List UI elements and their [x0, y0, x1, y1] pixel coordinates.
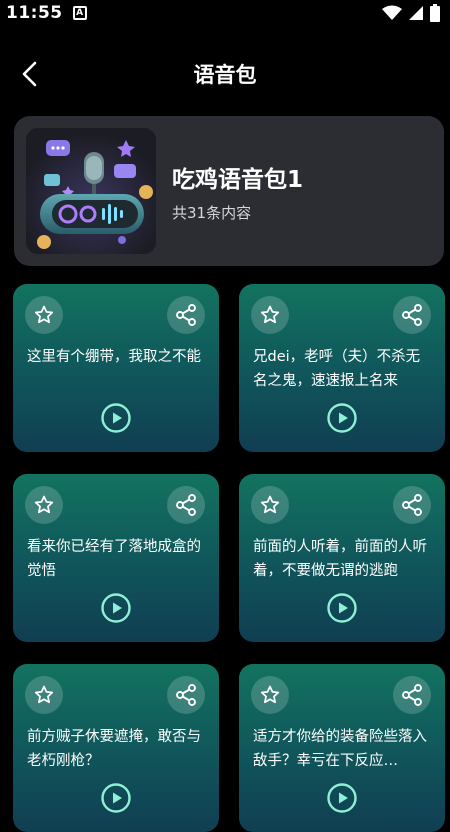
- play-button[interactable]: [100, 592, 132, 624]
- voice-clip-card[interactable]: 看来你已经有了落地成盒的觉悟: [13, 474, 219, 642]
- voice-clip-grid: 这里有个绷带，我取之不能 兄dei，老呼（夫）不杀无名之鬼，速速报上名来 看来你…: [0, 0, 450, 832]
- voice-clip-card[interactable]: 适方才你给的装备险些落入敌手？幸亏在下反应…: [239, 664, 445, 832]
- share-icon: [176, 684, 196, 706]
- voice-clip-text: 前方贼子休要遮掩，敢否与老朽刚枪？: [27, 729, 201, 769]
- share-icon: [402, 494, 422, 516]
- star-icon: [260, 305, 280, 324]
- play-button[interactable]: [326, 402, 358, 434]
- voice-clip-text: 看来你已经有了落地成盒的觉悟: [27, 539, 201, 579]
- play-icon: [327, 783, 357, 813]
- share-icon: [176, 494, 196, 516]
- share-icon: [402, 684, 422, 706]
- share-icon: [176, 304, 196, 326]
- play-icon: [101, 783, 131, 813]
- voice-clip-text: 这里有个绷带，我取之不能: [27, 349, 201, 365]
- favorite-button[interactable]: [251, 296, 289, 334]
- star-icon: [34, 495, 54, 514]
- voice-clip-card[interactable]: 前方贼子休要遮掩，敢否与老朽刚枪？: [13, 664, 219, 832]
- star-icon: [260, 685, 280, 704]
- star-icon: [260, 495, 280, 514]
- share-button[interactable]: [393, 296, 431, 334]
- play-icon: [327, 593, 357, 623]
- play-button[interactable]: [100, 782, 132, 814]
- voice-clip-text: 适方才你给的装备险些落入敌手？幸亏在下反应…: [253, 729, 427, 769]
- star-icon: [34, 305, 54, 324]
- favorite-button[interactable]: [251, 676, 289, 714]
- share-button[interactable]: [393, 486, 431, 524]
- share-button[interactable]: [393, 676, 431, 714]
- voice-clip-text: 前面的人听着，前面的人听着，不要做无谓的逃跑: [253, 539, 427, 579]
- play-button[interactable]: [326, 592, 358, 624]
- voice-clip-text: 兄dei，老呼（夫）不杀无名之鬼，速速报上名来: [253, 349, 421, 389]
- share-button[interactable]: [167, 296, 205, 334]
- play-icon: [327, 403, 357, 433]
- play-button[interactable]: [326, 782, 358, 814]
- voice-clip-card[interactable]: 前面的人听着，前面的人听着，不要做无谓的逃跑: [239, 474, 445, 642]
- favorite-button[interactable]: [25, 486, 63, 524]
- favorite-button[interactable]: [25, 296, 63, 334]
- favorite-button[interactable]: [25, 676, 63, 714]
- share-icon: [402, 304, 422, 326]
- share-button[interactable]: [167, 486, 205, 524]
- favorite-button[interactable]: [251, 486, 289, 524]
- play-icon: [101, 403, 131, 433]
- share-button[interactable]: [167, 676, 205, 714]
- play-icon: [101, 593, 131, 623]
- star-icon: [34, 685, 54, 704]
- voice-clip-card[interactable]: 这里有个绷带，我取之不能: [13, 284, 219, 452]
- voice-clip-card[interactable]: 兄dei，老呼（夫）不杀无名之鬼，速速报上名来: [239, 284, 445, 452]
- play-button[interactable]: [100, 402, 132, 434]
